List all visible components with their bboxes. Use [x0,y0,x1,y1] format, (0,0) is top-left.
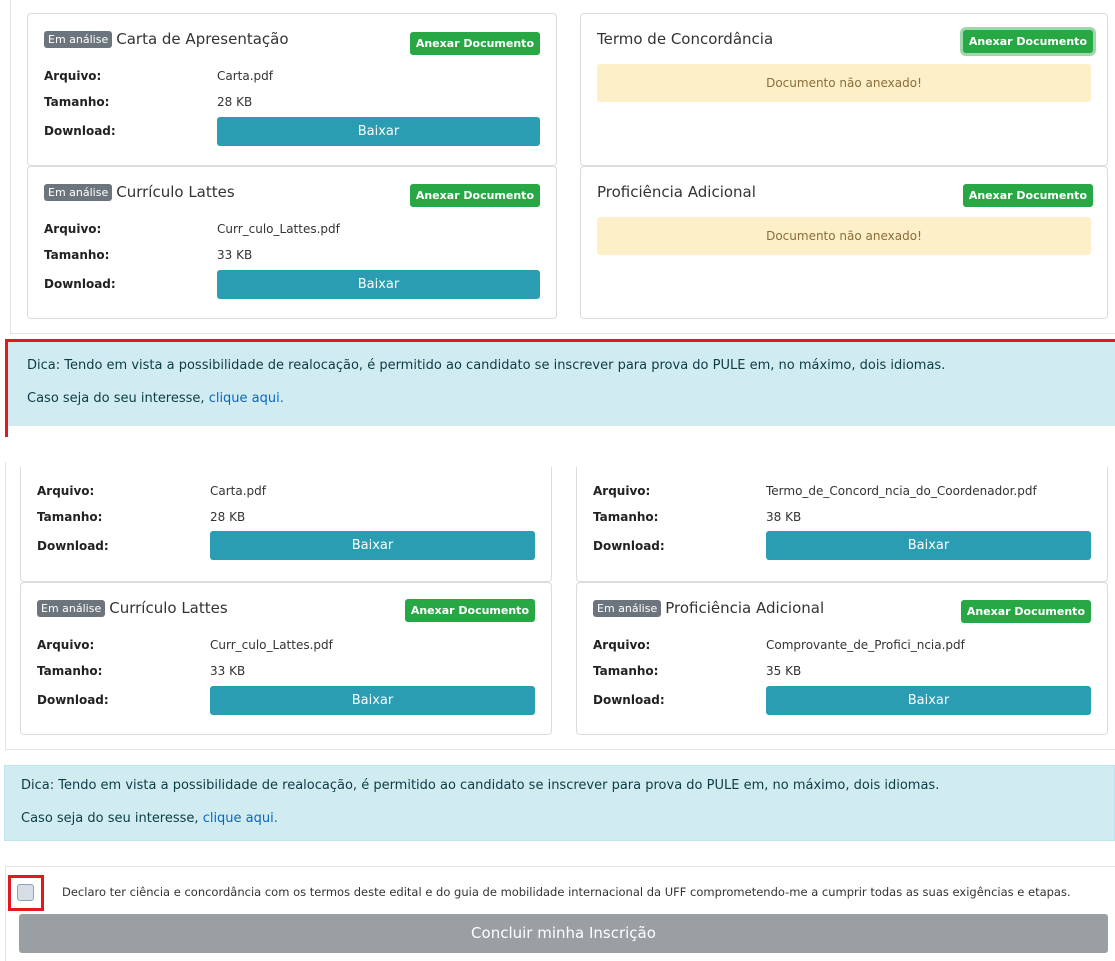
card-title: Em análise Proficiência Adicional [593,599,824,617]
file-name: Termo_de_Concord_ncia_do_Coordenador.pdf [766,484,1037,498]
agreement-checkbox[interactable] [17,884,34,901]
file-name: Curr_culo_Lattes.pdf [217,222,340,236]
tip-interest-line: Caso seja do seu interesse, clique aqui. [21,811,1114,826]
download-label: Download: [37,539,109,553]
file-name: Curr_culo_Lattes.pdf [210,638,333,652]
download-label: Download: [44,277,116,291]
highlight-frame-top [5,339,1115,342]
card-title-text: Proficiência Adicional [665,599,825,617]
document-card-carta: Arquivo: Carta.pdf Tamanho: 28 KB Downlo… [20,467,552,582]
document-card-curriculo: Em análise Currículo Lattes Anexar Docume… [20,582,552,735]
file-label: Arquivo: [37,638,95,652]
attach-document-button[interactable]: Anexar Documento [409,32,540,55]
tip-prefix: Caso seja do seu interesse, [27,391,209,406]
file-label: Arquivo: [37,484,95,498]
size-label: Tamanho: [593,510,659,524]
download-button[interactable]: Baixar [210,686,535,715]
card-title: Termo de Concordância [597,30,774,48]
submit-registration-button[interactable]: Concluir minha Inscrição [19,914,1108,953]
document-missing-alert: Documento não anexado! [597,64,1091,102]
file-size: 35 KB [766,664,802,678]
card-title: Em análise Carta de Apresentação [44,30,289,48]
status-badge: Em análise [44,184,113,201]
status-badge: Em análise [593,600,662,617]
document-card-proficiencia: Em análise Proficiência Adicional Anexar … [576,582,1108,735]
size-label: Tamanho: [44,95,110,109]
size-label: Tamanho: [37,510,103,524]
tip-prefix: Caso seja do seu interesse, [21,811,203,826]
document-card-carta: Em análise Carta de Apresentação Anexar D… [27,13,557,166]
tip-link[interactable]: clique aqui. [209,391,284,406]
download-button[interactable]: Baixar [217,117,540,146]
file-size: 33 KB [210,664,246,678]
download-button[interactable]: Baixar [210,531,535,560]
download-label: Download: [37,693,109,707]
document-card-proficiencia: Proficiência Adicional Anexar Documento … [580,166,1108,319]
size-label: Tamanho: [44,248,110,262]
attach-document-button[interactable]: Anexar Documento [962,184,1093,207]
file-label: Arquivo: [593,484,651,498]
file-size: 33 KB [217,248,253,262]
download-label: Download: [593,693,665,707]
tip-interest-line: Caso seja do seu interesse, clique aqui. [27,391,1115,406]
attach-document-button[interactable]: Anexar Documento [409,184,540,207]
attach-document-button[interactable]: Anexar Documento [404,599,535,622]
tip-text: Dica: Tendo em vista a possibilidade de … [21,778,940,793]
card-title: Em análise Currículo Lattes [37,599,228,617]
size-label: Tamanho: [37,664,103,678]
declaration-text: Declaro ter ciência e concordância com o… [62,885,1071,899]
attach-document-button[interactable]: Anexar Documento [962,30,1093,53]
card-title: Proficiência Adicional [597,183,756,201]
file-name: Comprovante_de_Profici_ncia.pdf [766,638,965,652]
tip-alert-highlighted: Dica: Tendo em vista a possibilidade de … [7,340,1115,426]
file-name: Carta.pdf [210,484,266,498]
status-badge: Em análise [44,31,113,48]
document-card-curriculo: Em análise Currículo Lattes Anexar Docume… [27,166,557,319]
document-missing-alert: Documento não anexado! [597,217,1091,255]
tip-link[interactable]: clique aqui. [203,811,278,826]
card-title-text: Currículo Lattes [116,183,235,201]
status-badge: Em análise [37,600,106,617]
file-size: 38 KB [766,510,802,524]
file-label: Arquivo: [44,69,102,83]
file-size: 28 KB [210,510,246,524]
size-label: Tamanho: [593,664,659,678]
file-label: Arquivo: [44,222,102,236]
download-button[interactable]: Baixar [217,270,540,299]
file-name: Carta.pdf [217,69,273,83]
card-title: Em análise Currículo Lattes [44,183,235,201]
file-label: Arquivo: [593,638,651,652]
download-label: Download: [44,124,116,138]
download-button[interactable]: Baixar [766,531,1091,560]
tip-alert: Dica: Tendo em vista a possibilidade de … [4,765,1115,841]
card-title-text: Currículo Lattes [109,599,228,617]
download-label: Download: [593,539,665,553]
attach-document-button[interactable]: Anexar Documento [960,600,1091,623]
card-title-text: Carta de Apresentação [116,30,289,48]
file-size: 28 KB [217,95,253,109]
download-button[interactable]: Baixar [766,686,1091,715]
highlight-frame-left [5,339,8,437]
document-card-termo: Arquivo: Termo_de_Concord_ncia_do_Coorde… [576,467,1108,582]
tip-text: Dica: Tendo em vista a possibilidade de … [27,358,946,373]
document-card-termo: Termo de Concordância Anexar Documento D… [580,13,1108,166]
